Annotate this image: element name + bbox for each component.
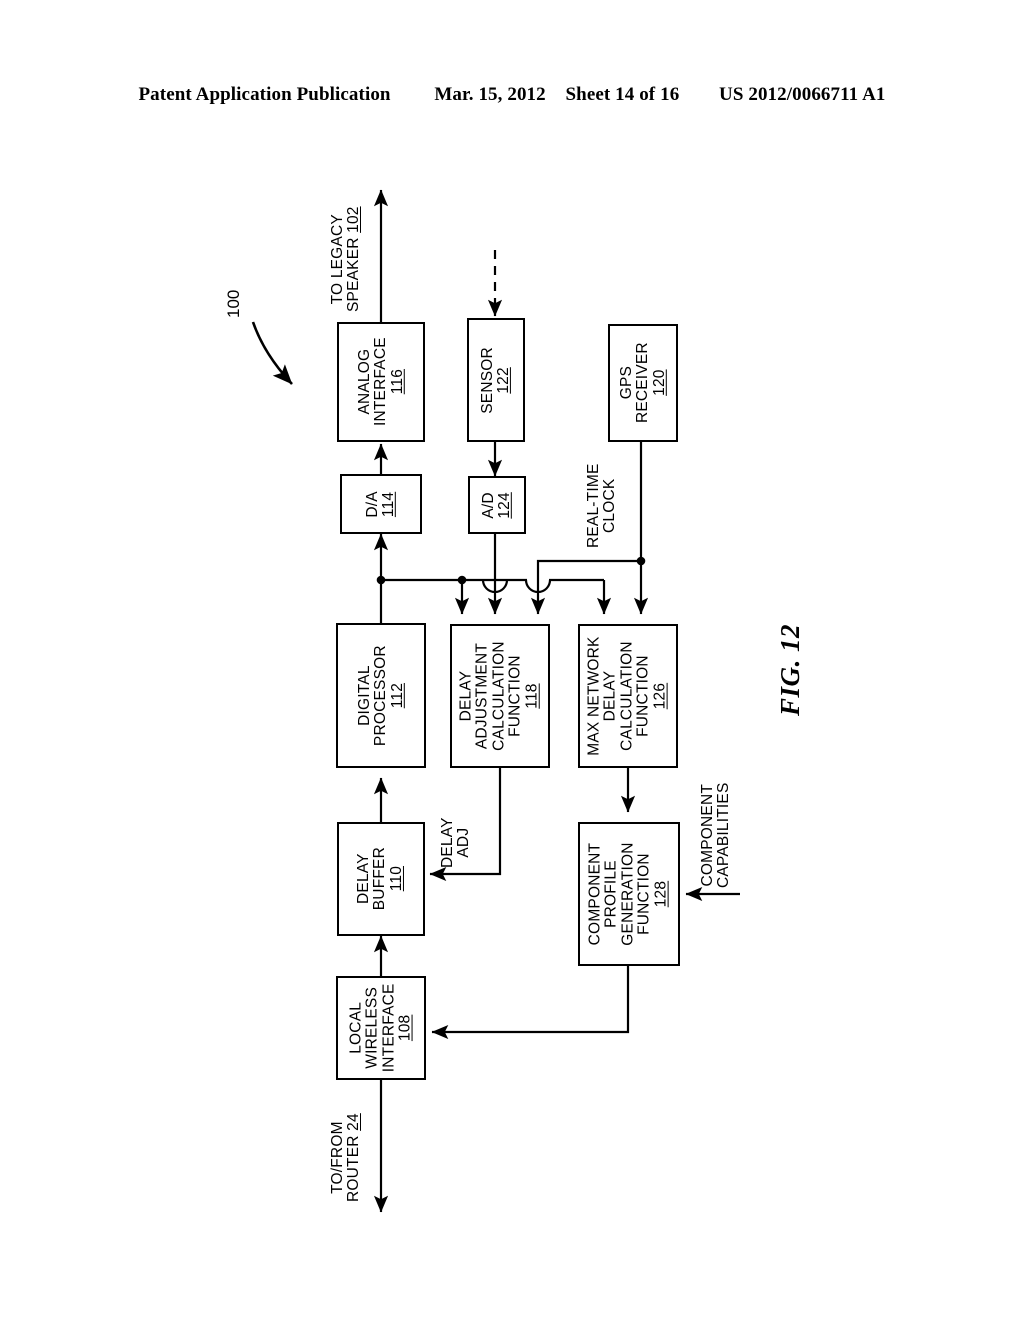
junction-dot-realtime-clock: [636, 556, 646, 566]
block-digital-processor-label: DIGITAL PROCESSOR 112: [355, 645, 406, 746]
junction-dot-delay-adjustment-bus: [457, 575, 467, 585]
block-da-converter[interactable]: D/A 114: [340, 474, 422, 534]
block-gps-receiver[interactable]: GPS RECEIVER 120: [608, 324, 678, 442]
block-component-profile-generation-function-label: COMPONENT PROFILE GENERATION FUNCTION 12…: [586, 842, 670, 946]
block-max-network-delay-calculation-function[interactable]: MAX NETWORK DELAY CALCULATION FUNCTION 1…: [578, 624, 678, 768]
block-component-profile-generation-function[interactable]: COMPONENT PROFILE GENERATION FUNCTION 12…: [578, 822, 680, 966]
label-delay-adj: DELAY ADJ: [439, 817, 473, 868]
label-to-legacy-speaker: TO LEGACY SPEAKER 102: [329, 206, 363, 312]
block-delay-adjustment-calculation-function-label: DELAY ADJUSTMENT CALCULATION FUNCTION 11…: [457, 641, 541, 751]
block-gps-receiver-label: GPS RECEIVER 120: [617, 342, 668, 424]
block-sensor-label: SENSOR 122: [478, 346, 513, 414]
figure-caption: FIG. 12: [775, 623, 805, 716]
label-real-time-clock: REAL-TIME CLOCK: [585, 463, 619, 548]
junction-dot-digital-processor-bus: [376, 575, 386, 585]
block-analog-interface-label: ANALOG INTERFACE 116: [355, 337, 406, 427]
block-delay-adjustment-calculation-function[interactable]: DELAY ADJUSTMENT CALCULATION FUNCTION 11…: [450, 624, 550, 768]
patent-drawing-page: Patent Application Publication Mar. 15, …: [0, 0, 1024, 1320]
block-ad-converter[interactable]: A/D 124: [468, 476, 526, 534]
leader-line-system-100: [251, 321, 293, 385]
block-delay-buffer[interactable]: DELAY BUFFER 110: [337, 822, 425, 936]
wire-component-profile-to-local-wireless-interface: [431, 966, 630, 1040]
label-component-capabilities: COMPONENT CAPABILITIES: [699, 782, 733, 888]
label-system-reference-100: 100: [224, 289, 243, 318]
label-to-from-router: TO/FROM ROUTER 24: [329, 1113, 363, 1202]
block-local-wireless-interface-label: LOCAL WIRELESS INTERFACE 108: [347, 983, 414, 1073]
block-ad-converter-label: A/D 124: [479, 491, 513, 519]
block-sensor[interactable]: SENSOR 122: [467, 318, 525, 442]
block-max-network-delay-calculation-function-label: MAX NETWORK DELAY CALCULATION FUNCTION 1…: [585, 636, 669, 756]
block-local-wireless-interface[interactable]: LOCAL WIRELESS INTERFACE 108: [336, 976, 426, 1080]
figure-12-block-diagram: ANALOG INTERFACE 116 SENSOR 122 GPS RECE…: [0, 0, 1024, 1320]
block-delay-buffer-label: DELAY BUFFER 110: [355, 847, 406, 911]
block-da-converter-label: D/A 114: [363, 490, 397, 518]
block-analog-interface[interactable]: ANALOG INTERFACE 116: [337, 322, 425, 442]
block-digital-processor[interactable]: DIGITAL PROCESSOR 112: [336, 623, 426, 768]
